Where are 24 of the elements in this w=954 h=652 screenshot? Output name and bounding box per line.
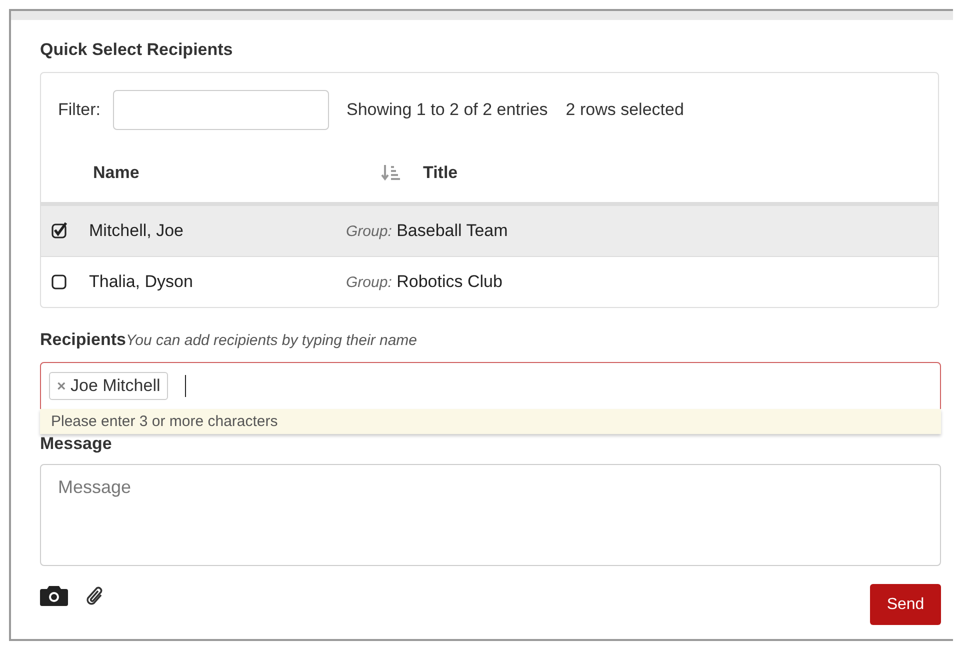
message-label: Message xyxy=(40,434,113,455)
group-cell: Group: Robotics Club xyxy=(346,272,502,292)
recipients-hint: You can add recipients by typing their name xyxy=(126,332,417,349)
camera-icon[interactable] xyxy=(40,584,68,606)
message-field[interactable]: Message xyxy=(40,464,941,566)
send-button[interactable]: Send xyxy=(870,584,941,625)
column-header[interactable]: Name xyxy=(93,162,381,182)
name-cell-text: Mitchell, Joe xyxy=(89,221,184,241)
sort-icon[interactable] xyxy=(381,164,401,182)
entries-info: Showing 1 to 2 of 2 entries xyxy=(346,100,548,120)
name-cell-text: Thalia, Dyson xyxy=(89,272,194,292)
selection-info: 2 rows selected xyxy=(566,100,684,120)
suggestion-message: Please enter 3 or more characters xyxy=(40,409,941,434)
text-cursor xyxy=(185,375,186,397)
filter-label: Filter: xyxy=(58,100,100,120)
remove-button[interactable]: × xyxy=(57,378,66,395)
column-header[interactable]: Title xyxy=(423,162,458,182)
checkbox[interactable] xyxy=(51,222,69,240)
filter-field[interactable] xyxy=(112,90,328,130)
checkbox[interactable] xyxy=(51,273,69,291)
group-cell: Group: Baseball Team xyxy=(346,221,508,241)
recipients-label: Recipients xyxy=(40,330,126,349)
recipient-tag: × Joe Mitchell xyxy=(49,372,168,400)
section-title: Quick Select Recipients xyxy=(40,40,234,61)
